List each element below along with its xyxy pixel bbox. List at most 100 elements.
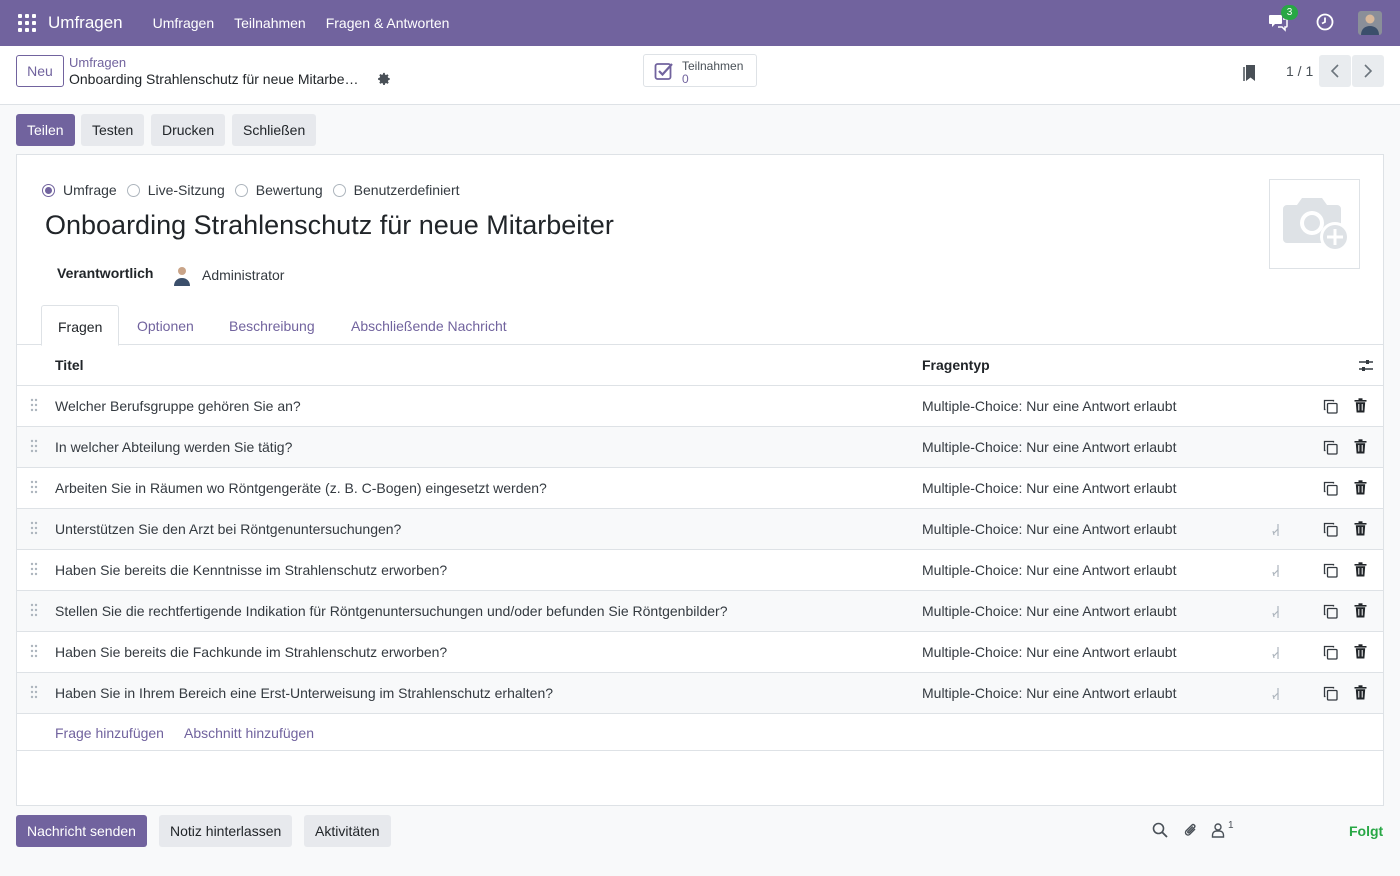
question-title-cell[interactable]: Haben Sie bereits die Kenntnisse im Stra… — [55, 562, 447, 578]
drag-handle-icon[interactable] — [30, 521, 38, 535]
drag-handle-icon[interactable] — [30, 685, 38, 699]
drag-handle-icon[interactable] — [30, 398, 38, 412]
trash-icon[interactable] — [1354, 439, 1367, 454]
radio-unchecked-icon[interactable] — [126, 183, 140, 197]
drag-handle-icon[interactable] — [30, 603, 38, 617]
copy-icon[interactable] — [1323, 686, 1338, 701]
app-grid-icon[interactable] — [18, 14, 36, 32]
menu-fragen-antworten[interactable]: Fragen & Antworten — [326, 15, 450, 31]
checkbox-icon — [654, 63, 673, 80]
trash-icon[interactable] — [1354, 685, 1367, 700]
add-question-link[interactable]: Frage hinzufügen — [55, 725, 164, 741]
paperclip-icon[interactable] — [1183, 822, 1199, 838]
radio-bewertung[interactable]: Bewertung — [234, 182, 323, 198]
tab-abschliessende-nachricht[interactable]: Abschließende Nachricht — [335, 305, 523, 345]
pager-previous-button[interactable] — [1319, 55, 1351, 87]
breadcrumb-parent[interactable]: Umfragen — [69, 55, 126, 70]
table-row[interactable]: Haben Sie bereits die Fachkunde im Strah… — [17, 632, 1383, 673]
participations-stat-button[interactable]: Teilnahmen 0 — [643, 54, 757, 87]
copy-icon[interactable] — [1323, 645, 1338, 660]
bookmark-icon[interactable] — [1243, 64, 1257, 82]
copy-icon[interactable] — [1323, 440, 1338, 455]
question-type-cell[interactable]: Multiple-Choice: Nur eine Antwort erlaub… — [922, 521, 1176, 537]
copy-icon[interactable] — [1323, 563, 1338, 578]
pager-value[interactable]: 1 / 1 — [1286, 63, 1313, 79]
responsible-field[interactable]: Administrator — [202, 267, 284, 283]
copy-icon[interactable] — [1323, 522, 1338, 537]
question-type-cell[interactable]: Multiple-Choice: Nur eine Antwort erlaub… — [922, 562, 1176, 578]
tab-beschreibung[interactable]: Beschreibung — [213, 305, 331, 345]
trash-icon[interactable] — [1354, 480, 1367, 495]
test-button[interactable]: Testen — [81, 114, 145, 146]
drag-handle-icon[interactable] — [30, 644, 38, 658]
copy-icon[interactable] — [1323, 481, 1338, 496]
survey-image-upload[interactable] — [1269, 179, 1360, 269]
question-title-cell[interactable]: Arbeiten Sie in Räumen wo Röntgengeräte … — [55, 480, 547, 496]
drag-handle-icon[interactable] — [30, 480, 38, 494]
table-row[interactable]: Unterstützen Sie den Arzt bei Röntgenunt… — [17, 509, 1383, 550]
table-row[interactable]: Stellen Sie die rechtfertigende Indikati… — [17, 591, 1383, 632]
app-brand[interactable]: Umfragen — [48, 13, 123, 33]
radio-unchecked-icon[interactable] — [332, 183, 346, 197]
question-title-cell[interactable]: Welcher Berufsgruppe gehören Sie an? — [55, 398, 301, 414]
gear-icon[interactable] — [377, 72, 391, 86]
menu-teilnahmen[interactable]: Teilnahmen — [234, 15, 306, 31]
messaging-button[interactable]: 3 — [1268, 5, 1298, 34]
print-button[interactable]: Drucken — [151, 114, 226, 146]
trash-icon[interactable] — [1354, 521, 1367, 536]
copy-icon[interactable] — [1323, 399, 1338, 414]
question-title-cell[interactable]: Haben Sie in Ihrem Bereich eine Erst-Unt… — [55, 685, 553, 701]
table-row[interactable]: Haben Sie in Ihrem Bereich eine Erst-Unt… — [17, 673, 1383, 714]
menu-umfragen[interactable]: Umfragen — [153, 15, 214, 31]
question-type-cell[interactable]: Multiple-Choice: Nur eine Antwort erlaub… — [922, 439, 1176, 455]
user-avatar[interactable] — [1358, 11, 1382, 35]
new-button[interactable]: Neu — [16, 55, 64, 87]
activity-button[interactable] — [1316, 13, 1336, 33]
tab-optionen[interactable]: Optionen — [121, 305, 210, 345]
search-icon[interactable] — [1152, 822, 1168, 838]
radio-benutzerdefiniert[interactable]: Benutzerdefiniert — [332, 182, 460, 198]
pager-next-button[interactable] — [1352, 55, 1384, 87]
chevron-left-icon — [1330, 64, 1339, 78]
table-row[interactable]: Arbeiten Sie in Räumen wo Röntgengeräte … — [17, 468, 1383, 509]
drag-handle-icon[interactable] — [30, 439, 38, 453]
question-title-cell[interactable]: Stellen Sie die rechtfertigende Indikati… — [55, 603, 727, 619]
trash-icon[interactable] — [1354, 562, 1367, 577]
question-title-cell[interactable]: Unterstützen Sie den Arzt bei Röntgenunt… — [55, 521, 401, 537]
column-settings-icon[interactable] — [1358, 358, 1374, 374]
activities-button[interactable]: Aktivitäten — [304, 815, 391, 847]
question-title-cell[interactable]: Haben Sie bereits die Fachkunde im Strah… — [55, 644, 447, 660]
table-row[interactable]: Welcher Berufsgruppe gehören Sie an? Mul… — [17, 386, 1383, 427]
tab-fragen[interactable]: Fragen — [41, 305, 120, 346]
radio-live-sitzung[interactable]: Live-Sitzung — [126, 182, 225, 198]
radio-unchecked-icon[interactable] — [234, 183, 248, 197]
send-message-button[interactable]: Nachricht senden — [16, 815, 147, 847]
stat-label: Teilnahmen — [682, 59, 744, 73]
follow-button[interactable]: Folgt — [1349, 823, 1383, 839]
message-count-badge: 3 — [1281, 5, 1298, 20]
trash-icon[interactable] — [1354, 644, 1367, 659]
question-type-cell[interactable]: Multiple-Choice: Nur eine Antwort erlaub… — [922, 480, 1176, 496]
table-row[interactable]: Haben Sie bereits die Kenntnisse im Stra… — [17, 550, 1383, 591]
survey-title-field[interactable]: Onboarding Strahlenschutz für neue Mitar… — [45, 210, 614, 241]
responsible-label: Verantwortlich — [57, 265, 154, 281]
radio-checked-icon[interactable] — [42, 183, 55, 197]
question-type-cell[interactable]: Multiple-Choice: Nur eine Antwort erlaub… — [922, 644, 1176, 660]
question-type-cell[interactable]: Multiple-Choice: Nur eine Antwort erlaub… — [922, 685, 1176, 701]
followers-icon[interactable] — [1210, 822, 1226, 838]
close-button[interactable]: Schließen — [232, 114, 317, 146]
share-button[interactable]: Teilen — [16, 114, 75, 146]
question-type-cell[interactable]: Multiple-Choice: Nur eine Antwort erlaub… — [922, 398, 1176, 414]
trash-icon[interactable] — [1354, 603, 1367, 618]
question-title-cell[interactable]: In welcher Abteilung werden Sie tätig? — [55, 439, 292, 455]
log-note-button[interactable]: Notiz hinterlassen — [159, 815, 293, 847]
add-section-link[interactable]: Abschnitt hinzufügen — [184, 725, 314, 741]
column-header-fragentyp[interactable]: Fragentyp — [922, 357, 990, 373]
copy-icon[interactable] — [1323, 604, 1338, 619]
question-type-cell[interactable]: Multiple-Choice: Nur eine Antwort erlaub… — [922, 603, 1176, 619]
trash-icon[interactable] — [1354, 398, 1367, 413]
table-row[interactable]: In welcher Abteilung werden Sie tätig? M… — [17, 427, 1383, 468]
drag-handle-icon[interactable] — [30, 562, 38, 576]
column-header-titel[interactable]: Titel — [55, 357, 84, 373]
radio-umfrage[interactable]: Umfrage — [42, 182, 117, 198]
